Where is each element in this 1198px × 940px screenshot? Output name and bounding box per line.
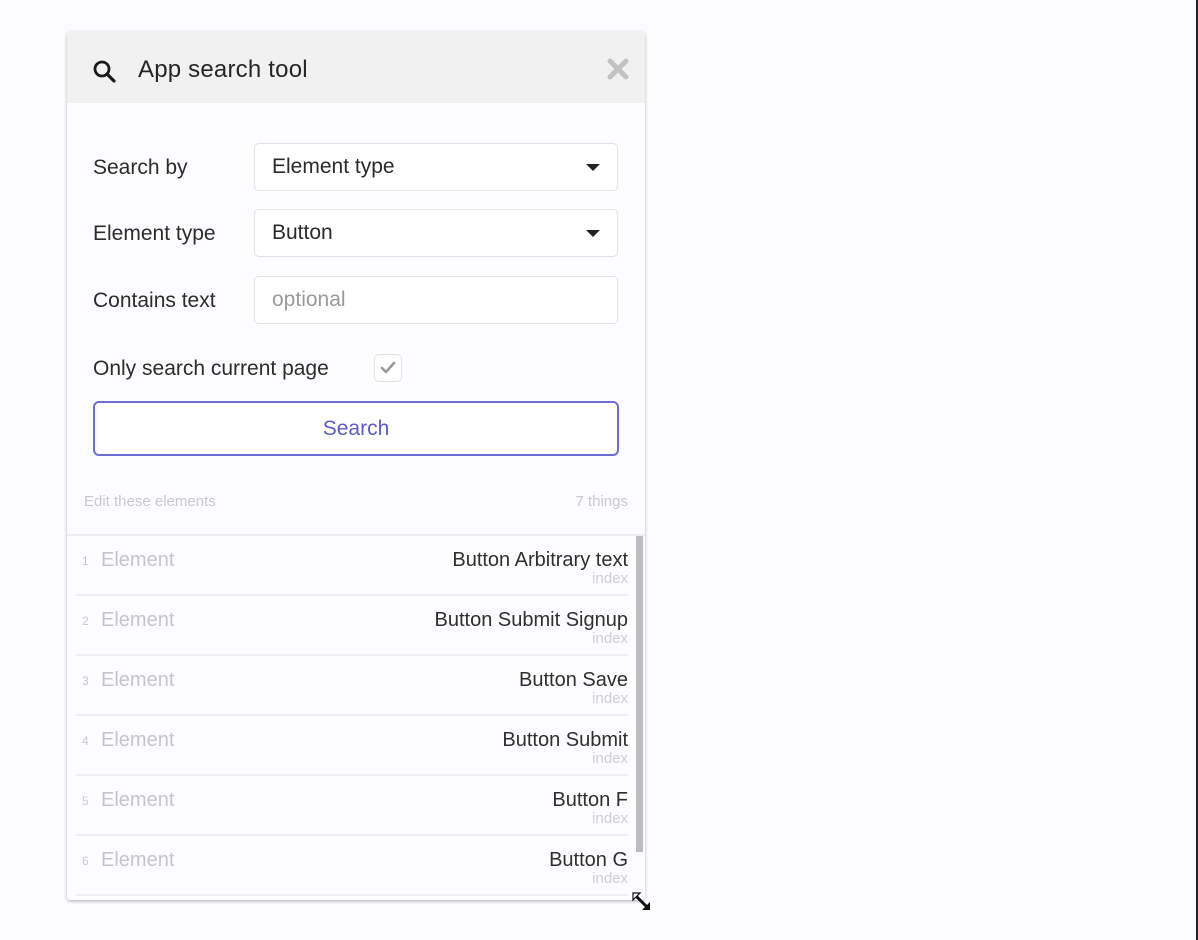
item-kind: Element [101, 729, 175, 751]
list-item[interactable]: 6 Element Button G index [76, 836, 628, 896]
item-name: Button Submit Signup [434, 609, 628, 631]
item-kind: Element [101, 669, 175, 691]
item-sub: index [592, 870, 628, 887]
item-sub: index [592, 690, 628, 707]
only-current-page-checkbox[interactable] [374, 354, 402, 382]
element-type-label: Element type [93, 222, 216, 245]
panel-header[interactable]: App search tool [67, 32, 645, 103]
chevron-down-icon [586, 230, 600, 237]
only-current-page-row: Only search current page [93, 352, 620, 386]
item-name: Button F [552, 789, 628, 811]
item-name: Button Arbitrary text [452, 549, 628, 571]
item-number: 4 [82, 734, 89, 748]
item-name: Button G [549, 849, 628, 871]
element-type-row: Element type Button [93, 209, 620, 259]
contains-text-placeholder: optional [272, 288, 346, 311]
results-count: 7 things [575, 493, 628, 510]
close-icon[interactable] [606, 57, 630, 81]
resize-handle-icon[interactable] [629, 889, 655, 915]
checkmark-icon [380, 361, 396, 374]
contains-text-row: Contains text optional [93, 276, 620, 326]
item-name: Button Save [519, 669, 628, 691]
element-type-value: Button [272, 221, 333, 244]
contains-text-label: Contains text [93, 289, 216, 312]
results-list: 1 Element Button Arbitrary text index 2 … [76, 536, 645, 900]
search-by-dropdown[interactable]: Element type [254, 143, 618, 191]
results-scrollbar[interactable] [636, 536, 643, 852]
panel-title: App search tool [138, 56, 308, 83]
search-button[interactable]: Search [93, 401, 619, 456]
chevron-down-icon [586, 164, 600, 171]
list-item[interactable]: 2 Element Button Submit Signup index [76, 596, 628, 656]
results-header: Edit these elements 7 things [84, 493, 628, 510]
item-number: 6 [82, 854, 89, 868]
item-number: 2 [82, 614, 89, 628]
item-kind: Element [101, 609, 175, 631]
list-item[interactable]: 1 Element Button Arbitrary text index [76, 536, 628, 596]
item-sub: index [592, 750, 628, 767]
list-item[interactable]: 3 Element Button Save index [76, 656, 628, 716]
item-name: Button Submit [502, 729, 628, 751]
item-kind: Element [101, 549, 175, 571]
only-current-page-label: Only search current page [93, 357, 329, 380]
app-search-panel: App search tool Search by Element type E… [67, 32, 645, 900]
list-item[interactable]: 4 Element Button Submit index [76, 716, 628, 776]
item-number: 5 [82, 794, 89, 808]
list-item[interactable]: 5 Element Button F index [76, 776, 628, 836]
contains-text-input[interactable]: optional [254, 276, 618, 324]
search-by-value: Element type [272, 155, 395, 178]
item-number: 3 [82, 674, 89, 688]
results-header-label: Edit these elements [84, 493, 216, 510]
item-sub: index [592, 570, 628, 587]
item-sub: index [592, 810, 628, 827]
item-kind: Element [101, 789, 175, 811]
search-by-label: Search by [93, 156, 188, 179]
item-sub: index [592, 630, 628, 647]
element-type-dropdown[interactable]: Button [254, 209, 618, 257]
item-kind: Element [101, 849, 175, 871]
search-by-row: Search by Element type [93, 143, 620, 193]
search-icon [92, 59, 118, 85]
item-number: 1 [82, 554, 89, 568]
